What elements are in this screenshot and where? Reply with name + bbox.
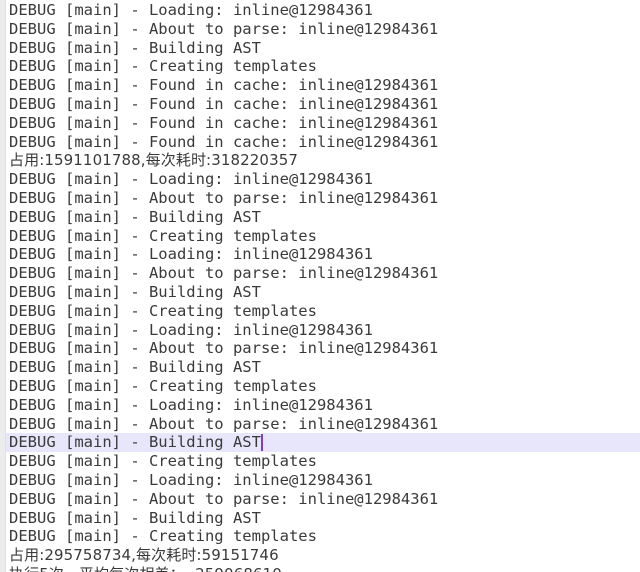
text-caret [260,434,263,452]
console-line-list: DEBUG [main] - Loading: inline@12984361 D… [0,0,640,572]
console-log-line[interactable]: DEBUG [main] - Loading: inline@12984361 [0,1,640,20]
console-log-line[interactable]: DEBUG [main] - Creating templates [0,377,640,396]
console-summary-line[interactable]: 占用:295758734,每次耗时:59151746 [0,546,640,565]
console-log-line[interactable]: DEBUG [main] - Building AST [0,208,640,227]
console-log-line[interactable]: DEBUG [main] - Loading: inline@12984361 [0,471,640,490]
console-log-line[interactable]: DEBUG [main] - Building AST [0,509,640,528]
console-log-line[interactable]: DEBUG [main] - About to parse: inline@12… [0,415,640,434]
console-log-line[interactable]: DEBUG [main] - Building AST [0,39,640,58]
console-log-line[interactable]: DEBUG [main] - Building AST [0,433,640,453]
console-log-line[interactable]: DEBUG [main] - Building AST [0,358,640,377]
console-log-line[interactable]: DEBUG [main] - Found in cache: inline@12… [0,114,640,133]
console-log-line[interactable]: DEBUG [main] - About to parse: inline@12… [0,339,640,358]
console-log-line[interactable]: DEBUG [main] - Building AST [0,283,640,302]
console-log-line[interactable]: DEBUG [main] - Found in cache: inline@12… [0,95,640,114]
console-left-gutter [0,0,6,572]
console-log-line[interactable]: DEBUG [main] - Creating templates [0,527,640,546]
console-summary-line[interactable]: 占用:1591101788,每次耗时:318220357 [0,151,640,170]
console-log-line[interactable]: DEBUG [main] - About to parse: inline@12… [0,20,640,39]
console-log-line[interactable]: DEBUG [main] - Creating templates [0,57,640,76]
console-log-line[interactable]: DEBUG [main] - About to parse: inline@12… [0,264,640,283]
console-summary-line[interactable]: 执行5次，平均每次相差： -259068610 [0,565,640,572]
console-log-line[interactable]: DEBUG [main] - About to parse: inline@12… [0,490,640,509]
console-log-line[interactable]: DEBUG [main] - Found in cache: inline@12… [0,76,640,95]
console-log-line[interactable]: DEBUG [main] - Loading: inline@12984361 [0,321,640,340]
console-log-line[interactable]: DEBUG [main] - Creating templates [0,302,640,321]
console-log-line[interactable]: DEBUG [main] - Loading: inline@12984361 [0,170,640,189]
console-log-line[interactable]: DEBUG [main] - Loading: inline@12984361 [0,396,640,415]
console-log-line[interactable]: DEBUG [main] - Found in cache: inline@12… [0,133,640,152]
console-log-line[interactable]: DEBUG [main] - Creating templates [0,227,640,246]
console-output-panel[interactable]: DEBUG [main] - Loading: inline@12984361 D… [0,0,640,572]
console-log-line[interactable]: DEBUG [main] - Loading: inline@12984361 [0,245,640,264]
console-log-line[interactable]: DEBUG [main] - Creating templates [0,452,640,471]
console-log-line[interactable]: DEBUG [main] - About to parse: inline@12… [0,189,640,208]
